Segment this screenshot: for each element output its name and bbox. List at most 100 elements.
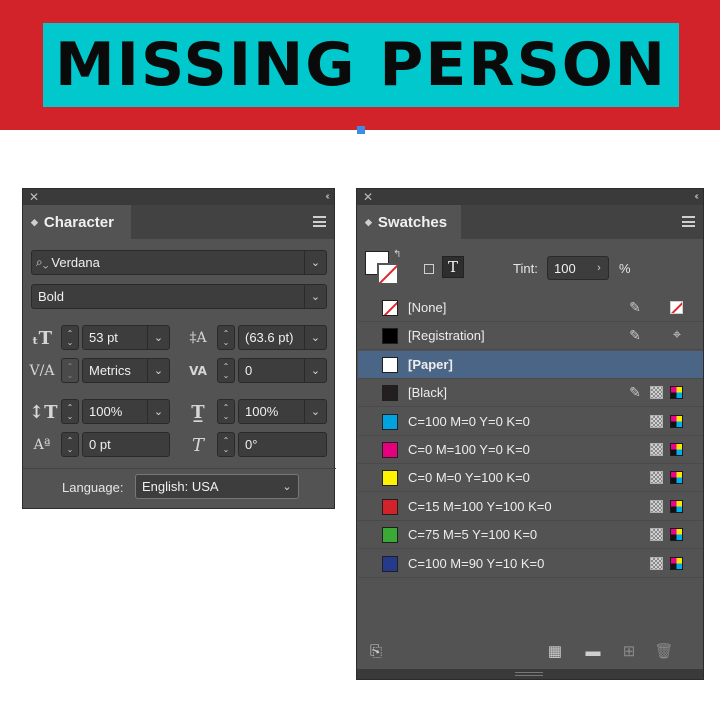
search-icon: ⌕⌄ <box>36 255 49 269</box>
font-style-field[interactable]: Bold ⌄ <box>31 284 327 309</box>
chevron-down-icon[interactable]: ⌄ <box>147 359 169 382</box>
vertical-scale-icon: ↕T <box>29 402 58 423</box>
swatch-row[interactable]: [None] ✎ <box>358 294 703 322</box>
skew-field[interactable]: 0° <box>238 432 327 457</box>
horizontal-scale-field[interactable]: 100% ⌄ <box>238 399 327 424</box>
new-color-group-icon[interactable]: ▬ <box>583 643 603 661</box>
swatch-color-chip <box>382 328 398 345</box>
process-color-icon <box>650 471 663 485</box>
tint-field[interactable]: 100 › <box>547 256 609 280</box>
close-icon[interactable]: ✕ <box>29 189 39 205</box>
swatch-color-chip <box>382 300 398 316</box>
kerning-field[interactable]: Metrics ⌄ <box>82 358 170 383</box>
kerning-icon: V/A <box>29 363 55 379</box>
font-size-icon: ₜT <box>31 328 53 349</box>
font-size-value: 53 pt <box>89 330 118 345</box>
swatch-row[interactable]: [Paper] <box>358 350 703 379</box>
swatch-row[interactable]: [Registration] ✎ ⌖ <box>358 322 703 351</box>
baseline-shift-value: 0 pt <box>89 437 111 452</box>
leading-icon: ‡A <box>189 330 207 346</box>
chevron-down-icon[interactable]: ⌄ <box>304 400 326 423</box>
tab-expand-icon[interactable]: ◆ <box>31 217 38 228</box>
font-size-field[interactable]: 53 pt ⌄ <box>82 325 170 350</box>
chevron-down-icon[interactable]: ⌄ <box>147 400 169 423</box>
none-indicator-icon <box>670 301 683 314</box>
chevron-down-icon[interactable]: ⌄ <box>147 326 169 349</box>
close-icon[interactable]: ✕ <box>363 189 373 205</box>
leading-field[interactable]: (63.6 pt) ⌄ <box>238 325 327 350</box>
horizontal-scale-icon: T̲ <box>191 402 205 423</box>
swatches-panel: ✕ ‹‹ ◆ Swatches ↰ T Tint: 100 › % [None]… <box>356 188 704 680</box>
leading-stepper[interactable]: ⌃ ⌄ <box>217 325 235 350</box>
kerning-stepper[interactable]: ⌃ ⌄ <box>61 358 79 383</box>
chevron-down-icon[interactable]: ⌄ <box>276 475 298 498</box>
tracking-icon: VA <box>189 364 207 378</box>
new-swatch-icon[interactable]: ⊞ <box>619 643 639 661</box>
frame-handle[interactable] <box>357 126 365 134</box>
stroke-swatch-proxy[interactable] <box>377 263 399 285</box>
font-size-stepper[interactable]: ⌃ ⌄ <box>61 325 79 350</box>
red-background-frame[interactable]: MISSING PERSON <box>0 0 720 130</box>
panel-menu-icon[interactable] <box>313 216 326 227</box>
formatting-container-icon[interactable] <box>424 264 434 274</box>
swatch-list: [None] ✎ [Registration] ✎ ⌖ [Paper] [Black] ✎ C=… <box>357 294 703 578</box>
horizontal-scale-value: 100% <box>245 404 279 419</box>
process-color-icon <box>650 556 663 570</box>
swatch-row[interactable]: C=15 M=100 Y=100 K=0 <box>358 493 703 521</box>
tab-expand-icon[interactable]: ◆ <box>365 217 372 228</box>
formatting-text-icon[interactable]: T <box>442 256 464 278</box>
baseline-shift-stepper[interactable]: ⌃ ⌄ <box>61 432 79 457</box>
tint-unit: % <box>619 261 631 276</box>
swatch-row[interactable]: C=0 M=100 Y=0 K=0 <box>358 436 703 464</box>
baseline-shift-field[interactable]: 0 pt <box>82 432 170 457</box>
language-label: Language: <box>62 480 124 495</box>
language-dropdown[interactable]: English: USA ⌄ <box>135 474 299 499</box>
vertical-scale-stepper[interactable]: ⌃ ⌄ <box>61 399 79 424</box>
cannot-edit-icon: ✎ <box>629 299 641 315</box>
tab-swatches[interactable]: ◆ Swatches <box>357 205 461 239</box>
swap-icon[interactable]: ↰ <box>393 249 401 260</box>
swatch-row[interactable]: C=100 M=90 Y=10 K=0 <box>358 550 703 578</box>
panel-tab-row: ◆ Swatches <box>357 205 703 239</box>
skew-stepper[interactable]: ⌃ ⌄ <box>217 432 235 457</box>
tracking-stepper[interactable]: ⌃ ⌄ <box>217 358 235 383</box>
show-swatches-icon[interactable]: ⎘ <box>366 643 386 661</box>
process-color-icon <box>650 414 663 428</box>
tab-swatches-label: Swatches <box>377 213 448 231</box>
font-style-value: Bold <box>38 289 65 304</box>
collapse-icon[interactable]: ‹‹ <box>694 189 698 205</box>
swatch-views-icon[interactable]: ▦ <box>545 643 565 661</box>
cmyk-mode-icon <box>670 471 683 485</box>
horizontal-scale-stepper[interactable]: ⌃ ⌄ <box>217 399 235 424</box>
chevron-right-icon[interactable]: › <box>590 262 608 274</box>
cannot-edit-icon: ✎ <box>629 384 641 401</box>
headline-text-frame[interactable]: MISSING PERSON <box>43 23 679 107</box>
tracking-value: 0 <box>245 363 253 378</box>
cmyk-mode-icon <box>670 528 683 542</box>
swatch-color-chip <box>382 413 398 430</box>
chevron-down-icon[interactable]: ⌄ <box>304 359 326 382</box>
headline-text[interactable]: MISSING PERSON <box>43 23 679 107</box>
panel-menu-icon[interactable] <box>682 216 695 227</box>
resize-bar[interactable] <box>357 669 703 679</box>
tab-character-label: Character <box>43 213 114 231</box>
swatch-row[interactable]: C=0 M=0 Y=100 K=0 <box>358 464 703 493</box>
swatch-row[interactable]: [Black] ✎ <box>358 379 703 408</box>
swatch-row[interactable]: C=75 M=5 Y=100 K=0 <box>358 521 703 550</box>
collapse-icon[interactable]: ‹‹ <box>325 189 329 205</box>
font-family-field[interactable]: ⌕⌄ Verdana ⌄ <box>31 250 327 275</box>
trash-icon[interactable]: 🗑 <box>654 643 674 661</box>
resize-grip-icon[interactable] <box>515 672 543 676</box>
skew-icon: T <box>191 435 204 456</box>
process-color-icon <box>650 386 663 400</box>
swatch-name: [Paper] <box>408 356 453 372</box>
cmyk-mode-icon <box>670 414 683 428</box>
chevron-down-icon[interactable]: ⌄ <box>304 251 326 274</box>
chevron-down-icon[interactable]: ⌄ <box>304 326 326 349</box>
tracking-field[interactable]: 0 ⌄ <box>238 358 327 383</box>
process-color-icon <box>650 443 663 456</box>
vertical-scale-field[interactable]: 100% ⌄ <box>82 399 170 424</box>
tab-character[interactable]: ◆ Character <box>23 205 131 239</box>
swatch-row[interactable]: C=100 M=0 Y=0 K=0 <box>358 408 703 436</box>
chevron-down-icon[interactable]: ⌄ <box>304 285 326 308</box>
